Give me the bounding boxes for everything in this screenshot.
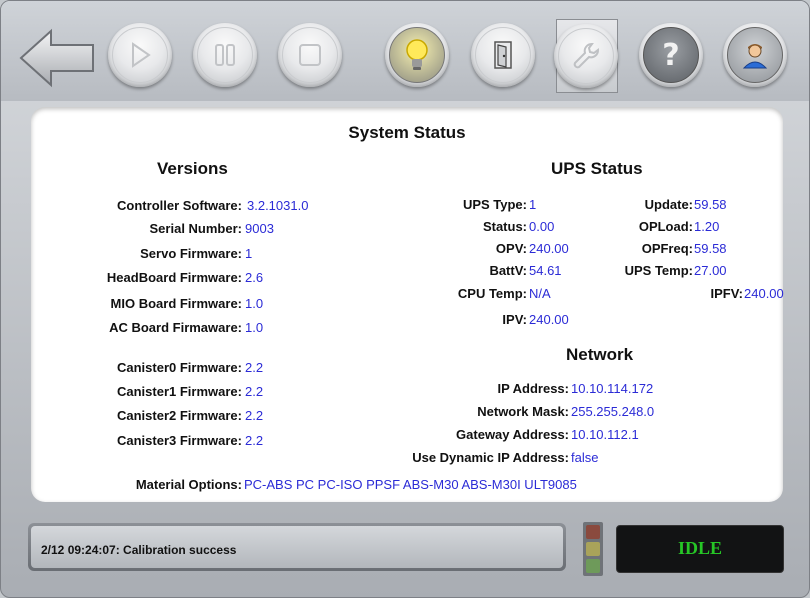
row-value: 1.0: [245, 296, 264, 311]
row-label: Servo Firmware:: [140, 246, 242, 261]
page-title: System Status: [348, 123, 466, 142]
user-button[interactable]: [723, 23, 787, 87]
row-value: 1.0: [245, 320, 264, 335]
row-value: 9003: [245, 221, 274, 236]
status-message: 2/12 09:24:07: Calibration success: [41, 543, 237, 557]
system-status-panel: System Status Versions Controller Softwa…: [31, 107, 784, 502]
row-label: Update:: [644, 197, 693, 212]
ups-heading: UPS Status: [551, 159, 643, 178]
row-value: 2.2: [245, 433, 264, 448]
pause-button[interactable]: [193, 23, 257, 87]
row-label: Status:: [482, 219, 527, 234]
row-label: Serial Number:: [149, 221, 242, 236]
back-arrow-icon[interactable]: [17, 27, 97, 89]
maintenance-button[interactable]: [554, 19, 618, 93]
door-button[interactable]: [471, 23, 535, 87]
row-value: 1: [245, 246, 253, 261]
row-label: Canister2 Firmware:: [117, 408, 242, 423]
row-label: Canister3 Firmware:: [117, 433, 242, 448]
row-value: 2.2: [245, 360, 264, 375]
row-label: UPS Temp:: [624, 263, 693, 278]
status-bar: 2/12 09:24:07: Calibration success: [28, 523, 566, 571]
row-value: 10.10.112.1: [571, 427, 639, 442]
status-message-box: 2/12 09:24:07: Calibration success: [31, 526, 563, 568]
material-options-label: Material Options:: [135, 477, 242, 492]
status-light-icon: [583, 522, 603, 576]
row-label: IPFV:: [710, 286, 743, 301]
machine-state-display: IDLE: [616, 525, 784, 573]
network-heading: Network: [566, 345, 634, 364]
row-label: Use Dynamic IP Address:: [412, 450, 569, 465]
stop-button[interactable]: [278, 23, 342, 87]
row-label: Gateway Address:: [456, 427, 569, 442]
machine-state: IDLE: [677, 538, 722, 558]
row-label: HeadBoard Firmware:: [106, 270, 242, 285]
row-value: 27.00: [694, 263, 727, 278]
row-value: 240.00: [744, 286, 784, 301]
row-label: Controller Software:: [117, 198, 242, 213]
row-value: 54.61: [529, 263, 562, 278]
row-label: OPFreq:: [641, 241, 693, 256]
row-label: Canister1 Firmware:: [117, 384, 242, 399]
row-value: 59.58: [694, 241, 727, 256]
yellow-lamp-icon: [586, 542, 600, 556]
row-value: 59.58: [694, 197, 727, 212]
row-label: MIO Board Firmware:: [110, 296, 242, 311]
row-value: N/A: [529, 286, 551, 301]
versions-heading: Versions: [157, 159, 228, 178]
row-label: AC Board Firmaware:: [109, 320, 242, 335]
row-label: Canister0 Firmware:: [117, 360, 242, 375]
user-icon: [742, 44, 768, 69]
row-label: OPLoad:: [638, 219, 693, 234]
row-label: BattV:: [489, 263, 527, 278]
row-value: 240.00: [529, 312, 569, 327]
row-label: Network Mask:: [477, 404, 569, 419]
red-lamp-icon: [586, 525, 600, 539]
help-icon: ?: [662, 37, 680, 73]
play-icon: [132, 42, 151, 68]
row-value: 3.2.1031.0: [247, 198, 309, 213]
row-value: 240.00: [529, 241, 569, 256]
green-lamp-icon: [586, 559, 600, 573]
light-button[interactable]: [385, 23, 449, 87]
row-label: IPV:: [502, 312, 527, 327]
row-label: OPV:: [495, 241, 527, 256]
row-value: 2.6: [245, 270, 264, 285]
row-value: 2.2: [245, 408, 264, 423]
row-value: 10.10.114.172: [571, 381, 654, 396]
row-label: UPS Type:: [462, 197, 527, 212]
row-value: 1.20: [694, 219, 720, 234]
row-value: 255.255.248.0: [571, 404, 655, 419]
toolbar: ?: [1, 1, 809, 101]
row-value: false: [571, 450, 599, 465]
row-label: CPU Temp:: [457, 286, 527, 301]
wrench-icon: [573, 43, 599, 69]
lightbulb-icon: [406, 39, 428, 70]
door-icon: [494, 41, 512, 69]
pause-icon: [215, 44, 235, 66]
material-options-value: PC-ABS PC PC-ISO PPSF ABS-M30 ABS-M30I U…: [244, 477, 577, 492]
row-value: 0.00: [529, 219, 555, 234]
app-window: ? System Status Versions Controller Soft…: [0, 0, 810, 598]
wrench-button-face: [554, 24, 618, 88]
row-value: 1: [529, 197, 537, 212]
row-value: 2.2: [245, 384, 264, 399]
row-label: IP Address:: [497, 381, 569, 396]
play-button[interactable]: [108, 23, 172, 87]
stop-icon: [299, 44, 321, 66]
help-button[interactable]: ?: [639, 23, 703, 87]
